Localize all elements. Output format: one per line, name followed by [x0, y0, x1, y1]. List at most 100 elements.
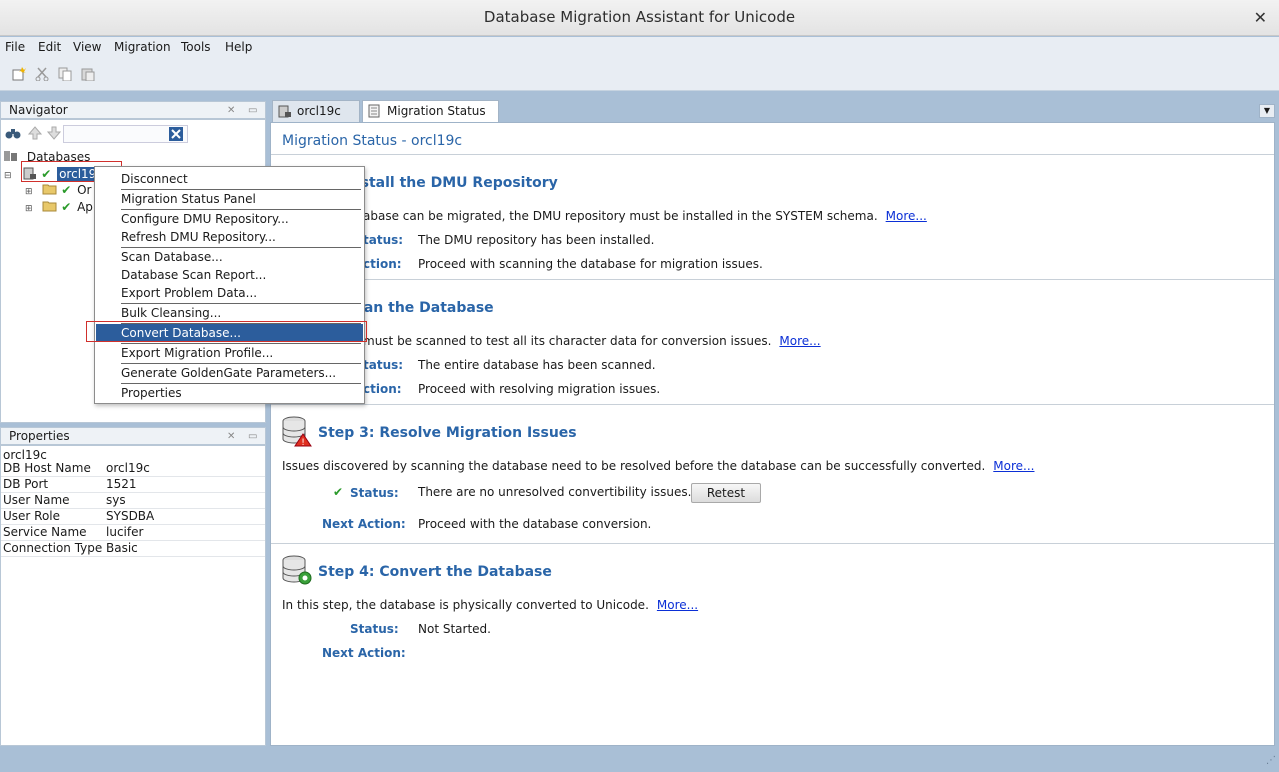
tab-list-dropdown[interactable]: ▼	[1259, 104, 1275, 118]
menu-tools[interactable]: Tools	[181, 40, 211, 54]
minimize-icon[interactable]: ▭	[248, 429, 257, 445]
toolbar	[0, 59, 1279, 91]
step3-status-label: Status:	[350, 486, 399, 500]
step2-next-action: Proceed with resolving migration issues.	[418, 382, 661, 396]
navigator-title: Navigator	[9, 103, 68, 117]
step2-status: The entire database has been scanned.	[418, 358, 656, 372]
window-title: Database Migration Assistant for Unicode	[483, 8, 796, 26]
databases-icon	[4, 151, 17, 161]
menu-item-configure-repository[interactable]: Configure DMU Repository...	[96, 210, 363, 228]
clear-filter-icon[interactable]	[169, 127, 183, 141]
menu-item-properties[interactable]: Properties	[96, 384, 363, 402]
arrow-down-icon[interactable]	[47, 126, 61, 140]
step4-next-label: Next Action:	[322, 646, 406, 660]
paste-icon[interactable]	[81, 67, 95, 81]
menu-item-scan-report[interactable]: Database Scan Report...	[96, 266, 363, 284]
property-key: DB Port	[3, 477, 49, 491]
property-value: sys	[106, 493, 126, 507]
menu-item-scan-database[interactable]: Scan Database...	[96, 248, 363, 266]
property-key: DB Host Name	[3, 461, 91, 475]
binoculars-icon[interactable]	[5, 126, 21, 140]
property-key: Connection Type	[3, 541, 103, 555]
properties-title: Properties	[9, 429, 70, 443]
more-link[interactable]: More...	[657, 598, 698, 612]
more-link[interactable]: More...	[779, 334, 820, 348]
more-link[interactable]: More...	[993, 459, 1034, 473]
tab-connection[interactable]: orcl19c	[272, 100, 360, 122]
properties-header: Properties ✕ ▭	[0, 427, 266, 445]
property-row: DB Port 1521	[1, 477, 265, 493]
step4-title: Step 4: Convert the Database	[318, 564, 552, 580]
document-icon	[368, 104, 380, 118]
step4-status: Not Started.	[418, 622, 491, 636]
menu-item-bulk-cleansing[interactable]: Bulk Cleansing...	[96, 304, 363, 322]
property-row: Connection Type Basic	[1, 541, 265, 557]
menu-view[interactable]: View	[73, 40, 101, 54]
step2-status-label: tatus:	[363, 358, 404, 372]
close-icon[interactable]: ✕	[227, 429, 235, 445]
property-value: Basic	[106, 541, 138, 555]
window-titlebar: Database Migration Assistant for Unicode…	[0, 0, 1279, 36]
step2-description: must be scanned to test all its characte…	[363, 334, 821, 348]
tab-migration-status[interactable]: Migration Status	[362, 100, 499, 122]
retest-button[interactable]: Retest	[691, 483, 761, 503]
svg-text:!: !	[301, 438, 305, 447]
convert-database-icon	[282, 555, 312, 585]
minimize-icon[interactable]: ▭	[248, 103, 257, 119]
properties-object: orcl19c	[3, 448, 47, 462]
step1-status-label: tatus:	[363, 233, 404, 247]
menu-item-export-migration-profile[interactable]: Export Migration Profile...	[96, 344, 363, 362]
menu-item-refresh-repository[interactable]: Refresh DMU Repository...	[96, 228, 363, 246]
tree-node[interactable]: ⊞ ✔ Or	[25, 183, 91, 197]
step3-next-action: Proceed with the database conversion.	[418, 517, 652, 531]
step1-title: : Install the DMU Repository	[335, 175, 558, 191]
property-row: User Role SYSDBA	[1, 509, 265, 525]
step1-description: abase can be migrated, the DMU repositor…	[363, 209, 927, 223]
tree-node[interactable]: ⊞ ✔ Ap	[25, 200, 93, 214]
step3-status: There are no unresolved convertibility i…	[418, 485, 692, 499]
step3-next-label: Next Action:	[322, 517, 406, 531]
property-row: DB Host Name orcl19c	[1, 461, 265, 477]
menu-item-disconnect[interactable]: Disconnect	[96, 170, 363, 188]
tree-node-label: Ap	[77, 200, 93, 214]
property-key: User Name	[3, 493, 70, 507]
property-value: lucifer	[106, 525, 144, 539]
resolve-issues-icon: !	[282, 416, 312, 447]
close-icon[interactable]: ✕	[227, 103, 235, 119]
menu-migration[interactable]: Migration	[114, 40, 171, 54]
copy-icon[interactable]	[58, 67, 72, 81]
menu-help[interactable]: Help	[225, 40, 252, 54]
cut-icon[interactable]	[35, 67, 49, 81]
navigator-header: Navigator ✕ ▭	[0, 101, 266, 119]
properties-panel: orcl19c DB Host Name orcl19c DB Port 152…	[0, 445, 266, 746]
more-link[interactable]: More...	[886, 209, 927, 223]
menu-file[interactable]: File	[5, 40, 25, 54]
status-bar: ⋰	[0, 752, 1279, 772]
folder-icon	[42, 201, 57, 212]
property-key: Service Name	[3, 525, 87, 539]
folder-icon	[42, 184, 57, 195]
resize-grip-icon[interactable]: ⋰	[1266, 755, 1276, 766]
menu-item-export-problem-data[interactable]: Export Problem Data...	[96, 284, 363, 302]
tab-label: orcl19c	[297, 104, 341, 118]
tree-node-label: Or	[77, 183, 92, 197]
database-connection-icon	[278, 105, 291, 118]
property-value: orcl19c	[106, 461, 150, 475]
highlight-box-convert	[86, 321, 367, 342]
menu-item-migration-status-panel[interactable]: Migration Status Panel	[96, 190, 363, 208]
menu-edit[interactable]: Edit	[38, 40, 61, 54]
close-icon[interactable]: ✕	[1254, 0, 1267, 35]
check-icon: ✔	[333, 485, 344, 499]
property-row: User Name sys	[1, 493, 265, 509]
step1-next-action: Proceed with scanning the database for m…	[418, 257, 763, 271]
arrow-up-icon[interactable]	[28, 126, 42, 140]
new-connection-icon[interactable]	[12, 67, 26, 81]
property-row: Service Name lucifer	[1, 525, 265, 541]
step1-status: The DMU repository has been installed.	[418, 233, 655, 247]
tab-label: Migration Status	[387, 104, 486, 118]
menu-item-generate-goldengate[interactable]: Generate GoldenGate Parameters...	[96, 364, 363, 382]
property-value: 1521	[106, 477, 137, 491]
property-key: User Role	[3, 509, 61, 523]
property-value: SYSDBA	[106, 509, 155, 523]
step2-next-label: ction:	[363, 382, 402, 396]
